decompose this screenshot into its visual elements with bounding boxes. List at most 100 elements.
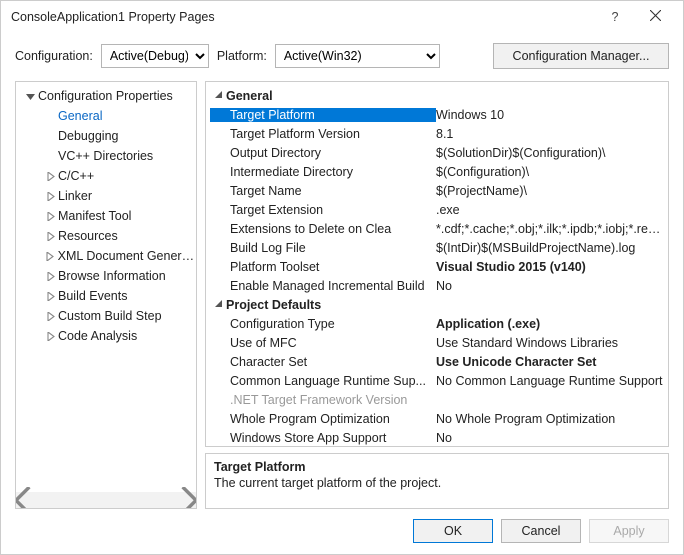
tree-item[interactable]: XML Document Genera...: [16, 246, 196, 266]
tree-item[interactable]: VC++ Directories: [16, 146, 196, 166]
property-value[interactable]: *.cdf;*.cache;*.obj;*.ilk;*.ipdb;*.iobj;…: [436, 222, 664, 236]
property-row[interactable]: Output Directory$(SolutionDir)$(Configur…: [210, 143, 664, 162]
expand-icon: [42, 192, 58, 201]
property-row[interactable]: Build Log File$(IntDir)$(MSBuildProjectN…: [210, 238, 664, 257]
property-row[interactable]: Target Extension.exe: [210, 200, 664, 219]
property-value[interactable]: $(IntDir)$(MSBuildProjectName).log: [436, 241, 664, 255]
property-value[interactable]: No Common Language Runtime Support: [436, 374, 664, 388]
tree-item[interactable]: C/C++: [16, 166, 196, 186]
property-row[interactable]: Extensions to Delete on Clea*.cdf;*.cach…: [210, 219, 664, 238]
section-title: Project Defaults: [226, 298, 321, 312]
tree-root-label: Configuration Properties: [38, 89, 173, 103]
scroll-right-arrow[interactable]: [180, 492, 196, 508]
help-icon: ?: [612, 10, 619, 24]
property-name: Extensions to Delete on Clea: [210, 222, 436, 236]
property-row[interactable]: Intermediate Directory$(Configuration)\: [210, 162, 664, 181]
tree-item-label: General: [58, 109, 102, 123]
property-name: Whole Program Optimization: [210, 412, 436, 426]
property-name: Build Log File: [210, 241, 436, 255]
tree-root[interactable]: Configuration Properties: [16, 86, 196, 106]
tree-item-label: Browse Information: [58, 269, 166, 283]
property-name: Common Language Runtime Sup...: [210, 374, 436, 388]
property-value[interactable]: Application (.exe): [436, 317, 664, 331]
collapse-icon: [22, 92, 38, 101]
property-row[interactable]: Configuration TypeApplication (.exe): [210, 314, 664, 333]
property-row[interactable]: Use of MFCUse Standard Windows Libraries: [210, 333, 664, 352]
tree-item-label: Linker: [58, 189, 92, 203]
collapse-icon: [210, 300, 226, 309]
tree-item[interactable]: Build Events: [16, 286, 196, 306]
property-row[interactable]: Whole Program OptimizationNo Whole Progr…: [210, 409, 664, 428]
property-grid[interactable]: GeneralTarget PlatformWindows 10Target P…: [205, 81, 669, 447]
expand-icon: [42, 292, 58, 301]
property-row[interactable]: .NET Target Framework Version: [210, 390, 664, 409]
property-value[interactable]: $(Configuration)\: [436, 165, 664, 179]
expand-icon: [42, 172, 58, 181]
property-name: Target Name: [210, 184, 436, 198]
property-value[interactable]: .exe: [436, 203, 664, 217]
configuration-manager-button[interactable]: Configuration Manager...: [493, 43, 669, 69]
tree-item-label: Code Analysis: [58, 329, 137, 343]
property-name: .NET Target Framework Version: [210, 393, 436, 407]
tree-item[interactable]: Manifest Tool: [16, 206, 196, 226]
section-header[interactable]: General: [210, 86, 664, 105]
tree-item-label: Custom Build Step: [58, 309, 162, 323]
property-name: Intermediate Directory: [210, 165, 436, 179]
close-button[interactable]: [635, 3, 675, 31]
property-row[interactable]: Platform ToolsetVisual Studio 2015 (v140…: [210, 257, 664, 276]
configuration-label: Configuration:: [15, 49, 93, 63]
close-icon: [650, 10, 661, 24]
property-name: Configuration Type: [210, 317, 436, 331]
property-name: Platform Toolset: [210, 260, 436, 274]
property-value[interactable]: No: [436, 431, 664, 445]
property-row[interactable]: Enable Managed Incremental BuildNo: [210, 276, 664, 295]
property-value[interactable]: No Whole Program Optimization: [436, 412, 664, 426]
config-toolbar: Configuration: Active(Debug) Platform: A…: [1, 33, 683, 81]
configuration-select[interactable]: Active(Debug): [101, 44, 209, 68]
platform-select[interactable]: Active(Win32): [275, 44, 440, 68]
property-value[interactable]: Windows 10: [436, 108, 664, 122]
apply-button[interactable]: Apply: [589, 519, 669, 543]
tree-item[interactable]: Resources: [16, 226, 196, 246]
tree-item[interactable]: Custom Build Step: [16, 306, 196, 326]
property-row[interactable]: Target Name$(ProjectName)\: [210, 181, 664, 200]
property-row[interactable]: Character SetUse Unicode Character Set: [210, 352, 664, 371]
property-value[interactable]: $(SolutionDir)$(Configuration)\: [436, 146, 664, 160]
ok-button[interactable]: OK: [413, 519, 493, 543]
property-name: Enable Managed Incremental Build: [210, 279, 436, 293]
dialog-buttons: OK Cancel Apply: [1, 509, 683, 543]
tree-item[interactable]: Browse Information: [16, 266, 196, 286]
property-value[interactable]: $(ProjectName)\: [436, 184, 664, 198]
description-text: The current target platform of the proje…: [214, 476, 660, 490]
expand-icon: [42, 232, 58, 241]
description-title: Target Platform: [214, 460, 660, 474]
nav-tree[interactable]: Configuration Properties General Debugging…: [15, 81, 197, 509]
property-value[interactable]: Use Standard Windows Libraries: [436, 336, 664, 350]
tree-item[interactable]: General: [16, 106, 196, 126]
scroll-left-arrow[interactable]: [16, 492, 32, 508]
tree-item[interactable]: Debugging: [16, 126, 196, 146]
horizontal-scrollbar[interactable]: [16, 492, 196, 508]
cancel-button[interactable]: Cancel: [501, 519, 581, 543]
property-name: Target Platform: [210, 108, 436, 122]
expand-icon: [42, 312, 58, 321]
section-header[interactable]: Project Defaults: [210, 295, 664, 314]
property-name: Target Platform Version: [210, 127, 436, 141]
expand-icon: [42, 332, 58, 341]
property-row[interactable]: Common Language Runtime Sup...No Common …: [210, 371, 664, 390]
tree-item-label: Debugging: [58, 129, 118, 143]
property-value[interactable]: No: [436, 279, 664, 293]
tree-item[interactable]: Code Analysis: [16, 326, 196, 346]
property-value[interactable]: 8.1: [436, 127, 664, 141]
tree-item-label: C/C++: [58, 169, 94, 183]
tree-item[interactable]: Linker: [16, 186, 196, 206]
property-row[interactable]: Windows Store App SupportNo: [210, 428, 664, 446]
tree-item-label: VC++ Directories: [58, 149, 153, 163]
tree-item-label: Manifest Tool: [58, 209, 131, 223]
property-name: Target Extension: [210, 203, 436, 217]
property-value[interactable]: Visual Studio 2015 (v140): [436, 260, 664, 274]
property-row[interactable]: Target PlatformWindows 10: [210, 105, 664, 124]
help-button[interactable]: ?: [595, 3, 635, 31]
property-row[interactable]: Target Platform Version8.1: [210, 124, 664, 143]
property-value[interactable]: Use Unicode Character Set: [436, 355, 664, 369]
